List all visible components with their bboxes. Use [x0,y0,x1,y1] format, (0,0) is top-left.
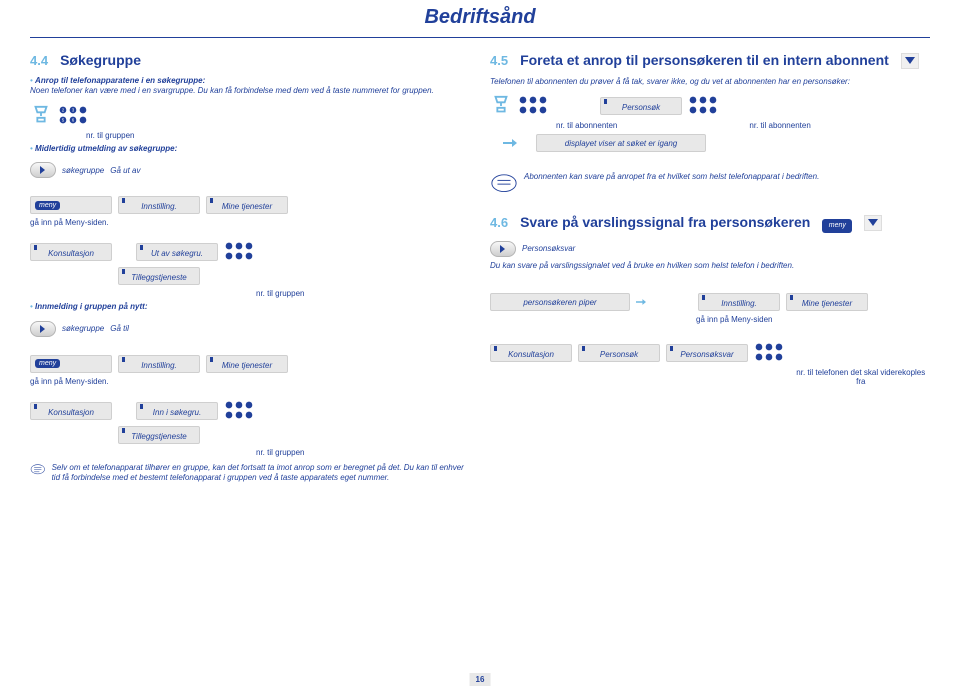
section-44-intro: • Anrop til telefonapparatene i en søkeg… [30,76,470,97]
section-46-num: 4.6 [490,215,508,230]
lcd-mine-tj-1: Mine tjenester [206,196,288,214]
note-45-text: Abonnenten kan svare på anropet fra et h… [524,172,819,182]
meny-note-1: gå inn på Meny-siden. [30,218,470,227]
nr-gruppen-label-3: nr. til gruppen [256,448,304,457]
row-konsult-1: Konsultasjon Ut av søkegru. [30,241,470,263]
keypad-icon-3 [224,400,254,422]
row-tillegg-2: Tilleggstjeneste [30,426,470,444]
page-number: 16 [470,673,491,686]
note-45: Abonnenten kan svare på anropet fra et h… [490,172,930,194]
lcd-piper: personsøkeren piper [490,293,630,311]
section-45-head: 4.5 Foreta et anrop til personsøkeren ti… [490,52,930,69]
keypad-icon-6 [754,342,784,364]
handset-icon-2 [490,95,512,117]
row-phone-keypad-1: 2356 [30,105,470,127]
lcd-ga-til: Gå til [110,324,129,333]
expand-icon[interactable] [901,53,919,69]
section-44-title: Søkegruppe [60,52,141,68]
meny-pill-2: meny [35,359,60,368]
meny-display-1: meny [30,196,112,214]
meny-note-2: gå inn på Meny-siden. [30,377,470,386]
lcd-konsultasjon-1: Konsultasjon [30,243,112,261]
note-icon [30,463,46,485]
row-tillegg-1: Tilleggstjeneste [30,267,470,285]
note-icon-2 [490,172,518,194]
forward-button[interactable] [30,162,56,178]
lcd-inn-i: Inn i søkegru. [136,402,218,420]
lcd-ut-av: Ut av søkegru. [136,243,218,261]
meny-note-3: gå inn på Meny-siden [696,315,773,324]
keypad-icon-5 [688,95,718,117]
section-44-head: 4.4 Søkegruppe [30,52,470,68]
meny-display-2: meny [30,355,112,373]
handset-icon [30,105,52,127]
lcd-mine-tj-2: Mine tjenester [206,355,288,373]
section-45-title: Foreta et anrop til personsøkeren til en… [520,52,889,68]
row-46-piper: personsøkeren piper Innstilling. Mine tj… [490,293,930,311]
lcd-mine-tj-3: Mine tjenester [786,293,868,311]
sub-midlertidig: • Midlertidig utmelding av søkegruppe: [30,144,470,154]
arrow-right-icon-2 [636,297,646,307]
row-sokegruppe-ut: søkegruppe Gå ut av [30,162,470,178]
intro-label: Anrop til telefonapparatene i en søkegru… [35,76,205,85]
sub-innmelding: • Innmelding i gruppen på nytt: [30,302,470,312]
sub2-label: Innmelding i gruppen på nytt: [35,302,147,311]
lcd-tillegg-2: Tilleggstjeneste [118,426,200,444]
section-45-intro: Telefonen til abonnenten du prøver å få … [490,77,930,87]
row-46-svar: Personsøksvar [490,241,930,257]
meny-flag: meny [822,219,852,233]
section-45-num: 4.5 [490,53,508,68]
intro-body: Noen telefoner kan være med i en svargru… [30,86,434,95]
note-44-text: Selv om et telefonapparat tilhører en gr… [52,463,470,484]
lcd-sokegruppe-1: søkegruppe [62,166,104,175]
lcd-sokegruppe-2: søkegruppe [62,324,104,333]
section-46-title: Svare på varslingssignal fra personsøker… [520,214,810,230]
forward-button-2[interactable] [30,321,56,337]
arrow-right-icon [490,138,530,148]
lcd-ga-ut-av: Gå ut av [110,166,140,175]
sub1-label: Midlertidig utmelding av søkegruppe: [35,144,177,153]
nr-gruppen-label-1: nr. til gruppen [86,131,134,140]
lcd-display-soket: displayet viser at søket er igang [536,134,706,152]
lcd-konsultasjon-2: Konsultasjon [30,402,112,420]
lcd-innstilling-2: Innstilling. [118,355,200,373]
lcd-personsok-1: Personsøk [600,97,682,115]
nr-abon-1: nr. til abonnenten [556,121,617,130]
page-title: Bedriftsånd [30,6,930,38]
left-column: 4.4 Søkegruppe • Anrop til telefonappara… [30,52,470,485]
row-meny-2: meny Innstilling. Mine tjenester [30,355,470,373]
nr-tel-label: nr. til telefonen det skal viderekoples … [792,368,930,386]
keypad-icon-2 [224,241,254,263]
row-45-phone: Personsøk [490,95,930,117]
row-konsult-2: Konsultasjon Inn i søkegru. [30,400,470,422]
content-columns: 4.4 Søkegruppe • Anrop til telefonappara… [30,52,930,485]
section-46-head: 4.6 Svare på varslingssignal fra persons… [490,214,930,233]
row-45-display: displayet viser at søket er igang [490,134,930,152]
expand-icon-2[interactable] [864,215,882,231]
nr-abon-2: nr. til abonnenten [749,121,810,130]
meny-pill: meny [35,201,60,210]
row-sokegruppe-til: søkegruppe Gå til [30,321,470,337]
section-44-num: 4.4 [30,53,48,68]
lcd-personsoksvar-2: Personsøksvar [666,344,748,362]
section-46-body: Du kan svare på varslingssignalet ved å … [490,261,930,271]
lcd-personsoksvar-1: Personsøksvar [522,244,575,253]
lcd-innstilling-3: Innstilling. [698,293,780,311]
right-column: 4.5 Foreta et anrop til personsøkeren ti… [490,52,930,485]
keypad-icon-4 [518,95,548,117]
nr-gruppen-label-2: nr. til gruppen [256,289,304,298]
row-46-bottom: Konsultasjon Personsøk Personsøksvar [490,342,930,364]
lcd-personsok-2: Personsøk [578,344,660,362]
lcd-innstilling-1: Innstilling. [118,196,200,214]
note-44: Selv om et telefonapparat tilhører en gr… [30,463,470,485]
keypad-icon: 2356 [58,105,88,127]
forward-button-3[interactable] [490,241,516,257]
lcd-tillegg-1: Tilleggstjeneste [118,267,200,285]
row-45-labels: nr. til abonnenten nr. til abonnenten [490,121,930,130]
row-meny-1: meny Innstilling. Mine tjenester [30,196,470,214]
lcd-konsultasjon-3: Konsultasjon [490,344,572,362]
